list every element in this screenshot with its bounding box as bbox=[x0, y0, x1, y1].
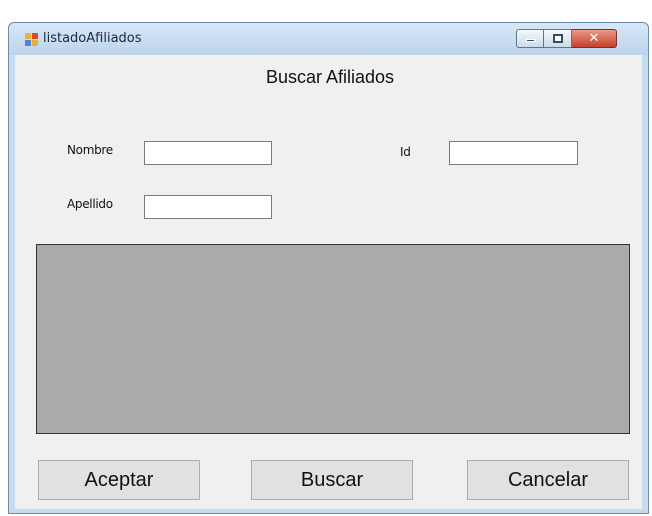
id-field[interactable] bbox=[449, 141, 578, 165]
apellido-field[interactable] bbox=[144, 195, 272, 219]
app-icon[interactable] bbox=[25, 33, 38, 46]
aceptar-button[interactable]: Aceptar bbox=[38, 460, 200, 500]
cancelar-button[interactable]: Cancelar bbox=[467, 460, 629, 500]
title-bar[interactable]: listadoAfiliados ✕ bbox=[9, 23, 648, 55]
minimize-icon bbox=[526, 39, 535, 42]
id-label: Id bbox=[400, 145, 411, 159]
maximize-icon bbox=[553, 34, 563, 43]
nombre-label: Nombre bbox=[67, 143, 113, 157]
minimize-button[interactable] bbox=[516, 29, 544, 48]
results-grid[interactable] bbox=[36, 244, 630, 434]
form-client-area: Buscar Afiliados Nombre Id Apellido Acep… bbox=[15, 55, 642, 509]
close-button[interactable]: ✕ bbox=[572, 29, 617, 48]
buscar-button[interactable]: Buscar bbox=[251, 460, 413, 500]
apellido-label: Apellido bbox=[67, 197, 113, 211]
nombre-field[interactable] bbox=[144, 141, 272, 165]
app-window: listadoAfiliados ✕ Buscar Afiliados Nomb… bbox=[8, 22, 649, 514]
page-title: Buscar Afiliados bbox=[265, 67, 395, 87]
window-title: listadoAfiliados bbox=[43, 31, 142, 46]
maximize-button[interactable] bbox=[544, 29, 572, 48]
close-icon: ✕ bbox=[588, 31, 600, 46]
